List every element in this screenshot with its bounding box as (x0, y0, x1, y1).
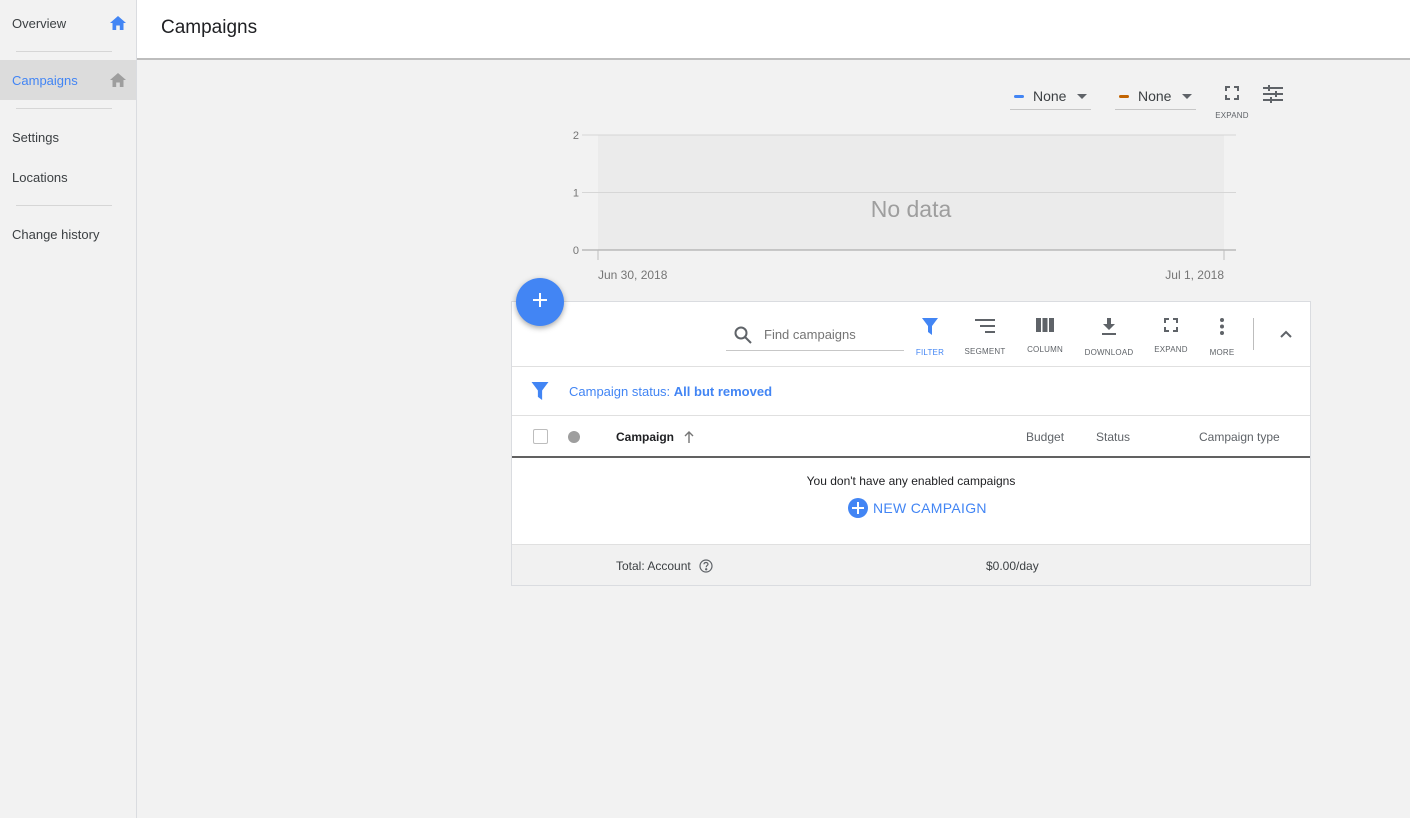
collapse-button[interactable] (1276, 324, 1296, 344)
filter-chip[interactable]: Campaign status: All but removed (569, 384, 772, 399)
metric-select-2[interactable]: None (1115, 83, 1196, 110)
sidebar-item-change-history[interactable]: Change history (0, 214, 136, 254)
y-tick-label: 2 (573, 130, 579, 142)
table-expand-button[interactable]: EXPAND (1153, 318, 1189, 358)
expand-icon (1164, 318, 1178, 337)
sidebar-item-label: Overview (12, 15, 67, 31)
search-icon (734, 326, 752, 344)
total-budget: $0.00/day (986, 559, 1039, 573)
campaigns-table-card: FILTER SEGMENT COLUMN DOWNLOAD EXPAND (511, 301, 1311, 586)
table-toolbar: FILTER SEGMENT COLUMN DOWNLOAD EXPAND (512, 302, 1310, 367)
arrow-up-icon (684, 431, 694, 443)
column-label: COLUMN (1027, 345, 1063, 354)
select-all-checkbox[interactable] (533, 429, 548, 444)
column-button[interactable]: COLUMN (1026, 318, 1064, 358)
columns-icon (1036, 318, 1054, 337)
filter-value: All but removed (673, 383, 773, 399)
chart-no-data-message: No data (870, 196, 952, 222)
x-tick-label: Jul 1, 2018 (1165, 268, 1224, 282)
search-box (726, 319, 904, 351)
metric-1-value: None (1033, 88, 1067, 104)
tune-icon (1263, 85, 1283, 107)
y-tick-label: 0 (573, 245, 579, 257)
empty-table-message: You don't have any enabled campaigns (806, 474, 1016, 488)
segment-icon (975, 318, 995, 339)
new-campaign-button[interactable]: NEW CAMPAIGN (848, 498, 987, 518)
metric-2-value: None (1138, 88, 1172, 104)
column-header-label: Campaign (616, 430, 675, 444)
chart-adjust-button[interactable] (1263, 85, 1287, 105)
status-dot-icon (568, 431, 580, 443)
home-icon (110, 72, 126, 88)
sidebar-item-campaigns[interactable]: Campaigns (0, 60, 136, 100)
chevron-up-icon (1280, 325, 1292, 343)
column-header-campaign[interactable]: Campaign (616, 430, 694, 444)
sidebar-item-label: Locations (12, 169, 68, 185)
filter-label: FILTER (915, 348, 945, 357)
table-header: Campaign Budget Status Campaign type (512, 416, 1310, 458)
add-circle-icon (848, 498, 868, 518)
download-icon (1102, 318, 1116, 340)
new-campaign-label: NEW CAMPAIGN (873, 500, 987, 516)
chevron-down-icon (1077, 94, 1087, 99)
sidebar-item-label: Change history (12, 226, 100, 242)
sidebar-item-overview[interactable]: Overview (0, 3, 136, 43)
metric-1-swatch (1014, 94, 1024, 98)
metric-2-swatch (1119, 94, 1129, 98)
more-label: MORE (1209, 348, 1235, 357)
table-footer-total-row: Total: Account $0.00/day (512, 544, 1310, 585)
column-header-budget[interactable]: Budget (1026, 430, 1064, 444)
x-tick-label: Jun 30, 2018 (598, 268, 668, 282)
chevron-down-icon (1182, 94, 1192, 99)
search-input[interactable] (764, 327, 904, 342)
chart-expand-label: EXPAND (1215, 111, 1249, 120)
sidebar-divider (16, 205, 112, 206)
home-icon (110, 15, 126, 31)
plus-icon (532, 292, 548, 313)
segment-button[interactable]: SEGMENT (964, 318, 1006, 358)
metric-select-1[interactable]: None (1010, 83, 1091, 110)
sidebar-item-locations[interactable]: Locations (0, 157, 136, 197)
sidebar-divider (16, 51, 112, 52)
segment-label: SEGMENT (964, 347, 1006, 356)
filter-icon (922, 318, 938, 340)
total-label: Total: Account (616, 559, 691, 573)
column-header-campaign-type[interactable]: Campaign type (1199, 430, 1280, 444)
sidebar: Overview Campaigns Settings Locations Ch… (0, 0, 137, 818)
expand-icon (1225, 86, 1239, 105)
download-button[interactable]: DOWNLOAD (1085, 318, 1133, 358)
total-account: Total: Account (616, 559, 713, 573)
filter-button[interactable]: FILTER (915, 318, 945, 358)
sidebar-item-label: Campaigns (12, 72, 78, 88)
filter-icon[interactable] (531, 382, 549, 400)
more-vert-icon (1220, 318, 1224, 340)
sidebar-divider (16, 108, 112, 109)
more-button[interactable]: MORE (1207, 318, 1237, 358)
page-header: Campaigns (137, 0, 1410, 60)
sidebar-item-label: Settings (12, 129, 59, 145)
chart-expand-button[interactable]: EXPAND (1214, 86, 1250, 122)
filter-prefix: Campaign status: (569, 383, 674, 399)
active-filter-row: Campaign status: All but removed (512, 367, 1310, 416)
y-tick-label: 1 (573, 188, 579, 200)
page-title: Campaigns (161, 17, 258, 38)
help-icon[interactable] (699, 559, 713, 573)
expand-label: EXPAND (1154, 345, 1188, 354)
download-label: DOWNLOAD (1084, 348, 1134, 357)
sidebar-item-settings[interactable]: Settings (0, 117, 136, 157)
toolbar-divider (1253, 318, 1254, 350)
column-header-status[interactable]: Status (1096, 430, 1130, 444)
add-campaign-fab[interactable] (516, 278, 564, 326)
